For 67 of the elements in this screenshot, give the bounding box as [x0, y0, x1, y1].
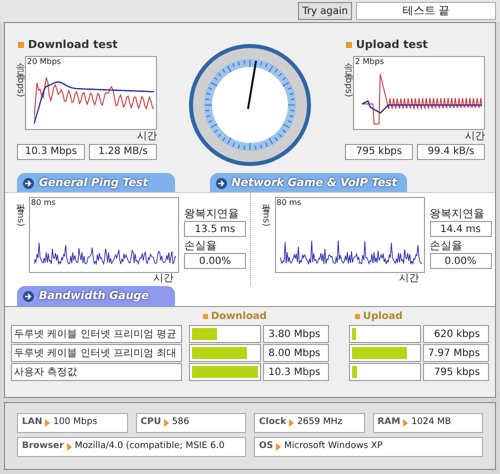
- arrow-icon: [403, 419, 408, 427]
- reading-field: 10.3 Mbps: [17, 144, 85, 160]
- value-field: 7.97 Mbps: [423, 344, 489, 362]
- reading-field: 795 kbps: [345, 144, 413, 160]
- arrow-icon: [66, 443, 72, 451]
- section-title: Download test: [28, 37, 118, 53]
- bullet-icon: [18, 42, 24, 48]
- value-field: 10.3 Mbps: [263, 363, 330, 381]
- plan-name-field: 두루넷 케이블 인터넷 프리미엄 평균: [11, 325, 182, 343]
- loss-label: 손실율: [184, 239, 218, 253]
- info-value: 1024 MB: [411, 416, 452, 430]
- column-header: Upload: [363, 310, 402, 324]
- plan-name-field: 사용자 측정값: [11, 363, 182, 381]
- axis-label: 시간: [137, 130, 157, 142]
- rtt-label: 왕복지연율: [430, 207, 486, 221]
- value-field: 3.80 Mbps: [263, 325, 330, 343]
- axis-label: 속도(bps): [343, 56, 352, 97]
- reading-field: 1.28 MB/s: [89, 144, 157, 160]
- arrow-icon: [216, 178, 227, 188]
- info-label: LAN: [22, 416, 42, 430]
- arrow-icon: [23, 290, 34, 302]
- axis-label: 2 Mbps: [355, 58, 384, 66]
- arrow-icon: [276, 443, 282, 451]
- rtt-field: 13.5 ms: [184, 221, 246, 237]
- info-label: Clock: [259, 416, 286, 430]
- axis-label: 80 ms: [31, 199, 56, 207]
- try-again-button[interactable]: Try again: [298, 2, 352, 20]
- axis-label: 핑(ms): [260, 197, 270, 226]
- arrow-icon: [164, 419, 170, 427]
- bullet-icon: [346, 42, 352, 48]
- bullet-icon: [355, 314, 360, 319]
- value-field: 8.00 Mbps: [263, 344, 330, 362]
- info-label: CPU: [140, 416, 162, 430]
- info-value: Microsoft Windows XP: [284, 440, 383, 454]
- loss-field: 0.00%: [184, 253, 246, 269]
- axis-label: 핑(ms): [15, 197, 24, 226]
- column-header: Download: [211, 310, 267, 324]
- rtt-label: 왕복지연율: [184, 207, 240, 221]
- section-tab[interactable]: Network Game & VoIP Test: [210, 173, 407, 193]
- loss-field: 0.00%: [430, 253, 492, 269]
- info-value: Mozilla/4.0 (compatible; MSIE 6.0: [74, 440, 225, 454]
- arrow-icon: [45, 419, 50, 427]
- info-label: OS: [259, 440, 274, 454]
- reading-field: 99.4 kB/s: [417, 144, 485, 160]
- axis-label: 80 ms: [276, 199, 302, 207]
- axis-label: 시간: [399, 273, 419, 285]
- plan-name-field: 두루넷 케이블 인터넷 프리미엄 최대: [11, 344, 182, 362]
- info-label: Browser: [22, 440, 64, 454]
- arrow-icon: [289, 419, 294, 427]
- rtt-field: 14.4 ms: [430, 221, 492, 237]
- axis-label: 시간: [154, 273, 174, 285]
- info-value: 586: [172, 416, 190, 430]
- arrow-icon: [23, 178, 34, 188]
- bullet-icon: [203, 314, 208, 319]
- axis-label: 20 Mbps: [27, 58, 61, 66]
- status-field: 테스트 끝: [356, 2, 496, 20]
- section-tab[interactable]: General Ping Test: [17, 173, 175, 193]
- axis-label: 시간: [465, 130, 485, 142]
- section-tab[interactable]: Bandwidth Gauge: [17, 286, 175, 306]
- value-field: 795 kbps: [423, 363, 489, 381]
- info-value: 100 Mbps: [53, 416, 98, 430]
- loss-label: 손실율: [430, 239, 464, 253]
- info-label: RAM: [378, 416, 400, 430]
- axis-label: 속도(bps): [15, 56, 24, 97]
- info-value: 2659 MHz: [297, 416, 342, 430]
- value-field: 620 kbps: [423, 325, 489, 343]
- section-title: Upload test: [356, 37, 428, 53]
